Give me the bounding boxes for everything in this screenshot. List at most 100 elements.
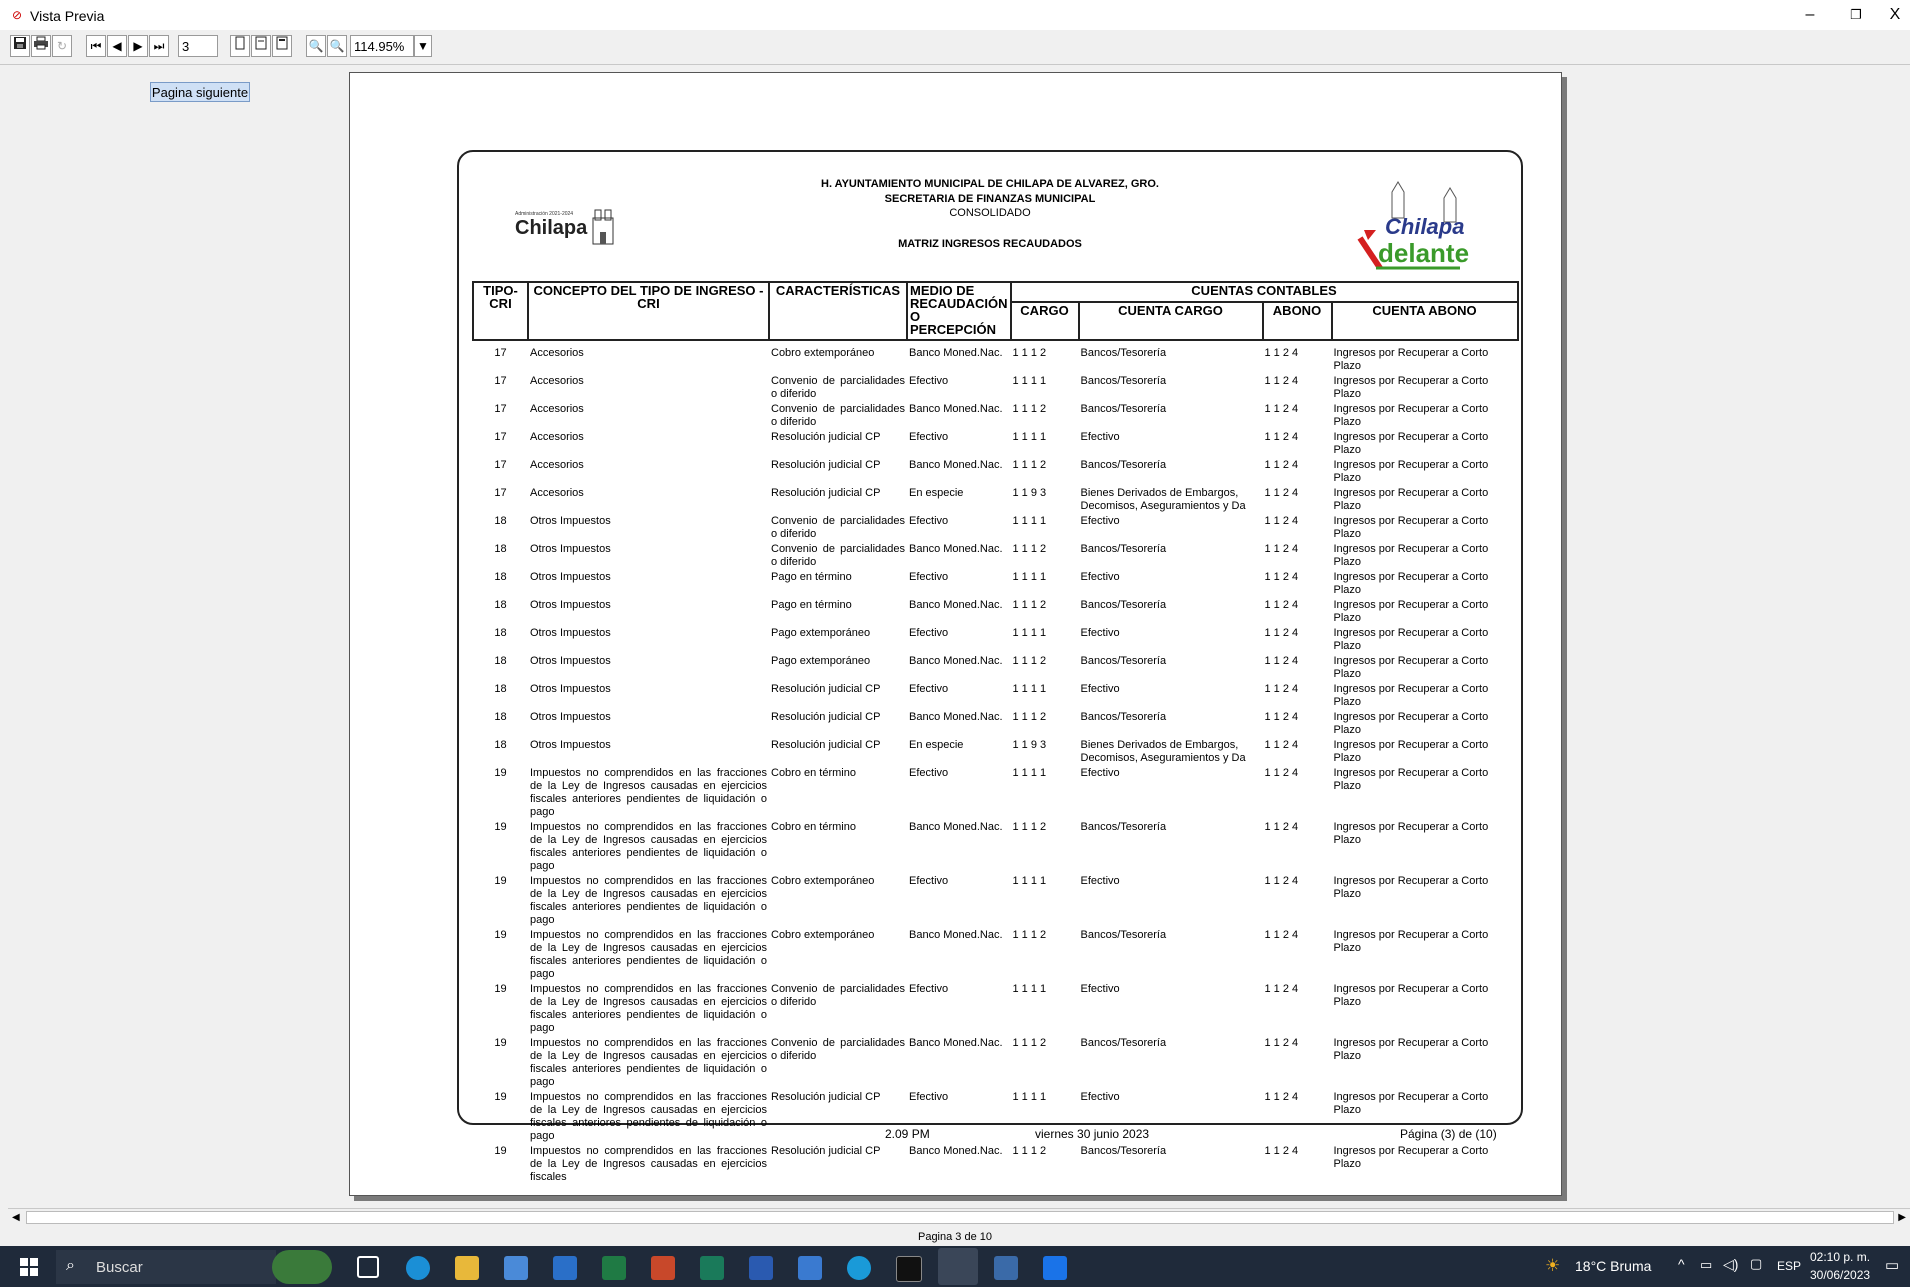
page-number-input[interactable] (178, 35, 218, 57)
tennis-widget-icon[interactable] (272, 1250, 332, 1284)
zoom-in-icon[interactable]: 🔍 (306, 35, 326, 57)
cell-caracteristicas: Convenio de parcialidades o diferido (771, 403, 905, 428)
clock-time[interactable]: 02:10 p. m. (1810, 1250, 1870, 1264)
cell-cuenta-cargo: Bancos/Tesorería (1080, 403, 1167, 415)
table-row: 19 Impuestos no comprendidos en las fracc… (473, 820, 1518, 874)
cell-medio: Banco Moned.Nac. (909, 347, 1003, 359)
mail-icon[interactable] (553, 1256, 577, 1280)
zoom-dropdown-icon[interactable]: ▼ (414, 35, 432, 57)
horizontal-scrollbar[interactable]: ◀ ▶ (8, 1208, 1910, 1227)
cell-cuenta-abono: Ingresos por Recuperar a Corto Plazo (1333, 655, 1489, 680)
taskbar-search[interactable]: ⌕ Buscar (56, 1250, 276, 1284)
cell-abono: 1 1 2 4 (1264, 571, 1299, 583)
store-icon[interactable] (504, 1256, 528, 1280)
app-icon-3[interactable] (1043, 1256, 1067, 1280)
weather-text[interactable]: 18°C Bruma (1575, 1258, 1651, 1274)
previous-page-icon[interactable]: ◀ (107, 35, 127, 57)
cell-cargo: 1 1 1 1 (1012, 875, 1047, 887)
full-page-icon[interactable] (272, 35, 292, 57)
network-icon[interactable]: ▢ (1750, 1256, 1762, 1272)
cell-tipo: 17 (494, 431, 507, 443)
cell-abono: 1 1 2 4 (1264, 403, 1299, 415)
cell-cuenta-cargo: Bancos/Tesorería (1080, 711, 1167, 723)
cell-cargo: 1 1 1 2 (1012, 599, 1047, 611)
zoom-input[interactable] (350, 35, 414, 57)
cell-cuenta-cargo: Efectivo (1080, 571, 1120, 583)
edge-icon[interactable] (406, 1256, 430, 1280)
cell-tipo: 17 (494, 347, 507, 359)
table-row: 17 Accesorios Cobro extemporáneo Banco Mone… (473, 346, 1518, 374)
cell-abono: 1 1 2 4 (1264, 875, 1299, 887)
clock-date[interactable]: 30/06/2023 (1810, 1268, 1870, 1282)
excel-icon[interactable] (602, 1256, 626, 1280)
cell-cargo: 1 1 1 1 (1012, 431, 1047, 443)
preview-app-active-icon[interactable] (938, 1248, 978, 1285)
publisher-icon[interactable] (700, 1256, 724, 1280)
restore-button[interactable]: ❐ (1836, 4, 1876, 26)
cell-concepto: Impuestos no comprendidos en las fraccio… (530, 929, 767, 980)
first-page-icon[interactable]: ⏮ (86, 35, 106, 57)
cell-concepto: Accesorios (530, 403, 584, 415)
outlook-icon[interactable] (798, 1256, 822, 1280)
file-explorer-icon[interactable] (455, 1256, 479, 1280)
cell-cargo: 1 1 9 3 (1012, 487, 1047, 499)
minimize-button[interactable]: – (1790, 4, 1830, 26)
scrollbar-thumb[interactable] (26, 1211, 1894, 1224)
last-page-icon[interactable]: ⏭ (149, 35, 169, 57)
task-view-icon[interactable] (357, 1256, 379, 1278)
next-page-icon[interactable]: ▶ (128, 35, 148, 57)
cell-tipo: 19 (494, 1145, 507, 1157)
cell-tipo: 19 (494, 767, 507, 779)
cell-cuenta-abono: Ingresos por Recuperar a Corto Plazo (1333, 983, 1489, 1008)
app-icon-2[interactable] (994, 1256, 1018, 1280)
cell-cuenta-abono: Ingresos por Recuperar a Corto Plazo (1333, 403, 1489, 428)
table-row: 19 Impuestos no comprendidos en las fracc… (473, 982, 1518, 1036)
word-icon[interactable] (749, 1256, 773, 1280)
windows-start-icon[interactable] (20, 1258, 38, 1276)
scroll-left-icon[interactable]: ◀ (12, 1212, 20, 1223)
save-icon[interactable] (10, 35, 30, 57)
battery-icon[interactable]: ▭ (1700, 1257, 1712, 1273)
refresh-icon[interactable]: ↻ (52, 35, 72, 57)
cell-medio: Efectivo (909, 515, 949, 527)
cell-abono: 1 1 2 4 (1264, 767, 1299, 779)
cell-caracteristicas: Cobro extemporáneo (771, 929, 875, 941)
terminal-icon[interactable] (896, 1256, 922, 1282)
page-width-icon[interactable] (251, 35, 271, 57)
powerpoint-icon[interactable] (651, 1256, 675, 1280)
cell-medio: Banco Moned.Nac. (909, 403, 1003, 415)
cell-cargo: 1 1 1 1 (1012, 983, 1047, 995)
table-row: 18 Otros Impuestos Pago extemporáneo Efecti… (473, 626, 1518, 654)
volume-icon[interactable]: ◁) (1723, 1256, 1738, 1273)
table-row: 19 Impuestos no comprendidos en las fracc… (473, 1036, 1518, 1090)
cell-cuenta-abono: Ingresos por Recuperar a Corto Plazo (1333, 767, 1489, 792)
cell-caracteristicas: Pago en término (771, 571, 852, 583)
scroll-right-icon[interactable]: ▶ (1898, 1212, 1906, 1223)
language-indicator[interactable]: ESP (1777, 1259, 1801, 1273)
cell-cuenta-abono: Ingresos por Recuperar a Corto Plazo (1333, 375, 1489, 400)
tray-chevron-icon[interactable]: ^ (1678, 1256, 1685, 1272)
zoom-out-icon[interactable]: 🔍 (327, 35, 347, 57)
table-row: 18 Otros Impuestos Convenio de parcialidad… (473, 514, 1518, 542)
cell-cargo: 1 1 1 1 (1012, 627, 1047, 639)
single-page-icon[interactable] (230, 35, 250, 57)
cell-cuenta-cargo: Efectivo (1080, 683, 1120, 695)
cell-tipo: 18 (494, 683, 507, 695)
cell-caracteristicas: Resolución judicial CP (771, 711, 881, 723)
next-page-button[interactable]: Pagina siguiente (150, 82, 250, 102)
cell-abono: 1 1 2 4 (1264, 655, 1299, 667)
print-icon[interactable] (31, 35, 51, 57)
cell-cuenta-cargo: Bienes Derivados de Embargos, Decomisos,… (1080, 487, 1246, 512)
matrix-body: 17 Accesorios Cobro extemporáneo Banco Mone… (473, 346, 1518, 1185)
skype-icon[interactable] (847, 1256, 871, 1280)
notifications-icon[interactable]: ▭ (1885, 1256, 1899, 1274)
cell-medio: Banco Moned.Nac. (909, 543, 1003, 555)
cell-cuenta-cargo: Efectivo (1080, 627, 1120, 639)
cell-cuenta-abono: Ingresos por Recuperar a Corto Plazo (1333, 821, 1489, 846)
cell-cuenta-cargo: Bancos/Tesorería (1080, 599, 1167, 611)
cell-cargo: 1 1 1 2 (1012, 655, 1047, 667)
cell-caracteristicas: Pago en término (771, 599, 852, 611)
close-button[interactable]: X (1880, 4, 1910, 26)
cell-abono: 1 1 2 4 (1264, 683, 1299, 695)
cell-cuenta-cargo: Efectivo (1080, 431, 1120, 443)
